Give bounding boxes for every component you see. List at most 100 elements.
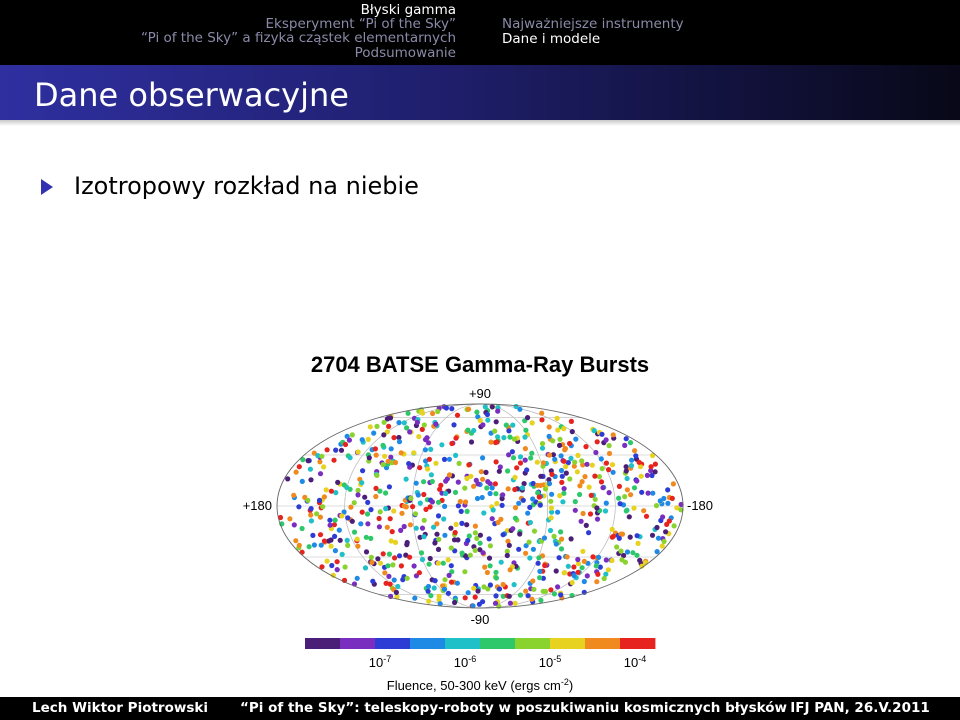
burst-point — [579, 479, 585, 485]
burst-point — [616, 495, 622, 501]
burst-point — [609, 462, 616, 468]
burst-point — [388, 446, 394, 452]
colorbar-segment — [485, 638, 491, 649]
burst-point — [436, 593, 442, 599]
burst-point — [291, 492, 297, 498]
burst-point — [480, 455, 486, 461]
burst-point — [398, 527, 404, 533]
burst-point — [419, 408, 425, 415]
burst-point — [665, 500, 671, 506]
burst-point — [495, 408, 501, 414]
burst-point — [468, 439, 475, 445]
burst-point — [557, 436, 563, 442]
burst-point — [614, 544, 620, 550]
burst-point — [512, 505, 519, 511]
burst-point — [479, 494, 485, 501]
burst-point — [610, 469, 616, 475]
burst-point — [629, 457, 635, 463]
burst-point — [389, 529, 395, 535]
burst-point — [328, 488, 334, 494]
burst-point — [628, 492, 634, 498]
burst-point — [562, 447, 568, 453]
colorbar-segment — [365, 638, 371, 649]
colorbar-segment — [475, 638, 481, 649]
burst-point — [413, 480, 419, 486]
burst-point — [341, 482, 347, 488]
colorbar-segment — [430, 638, 436, 649]
batse-sky-map: 2704 BATSE Gamma-Ray Bursts +90 -90 +180… — [243, 352, 713, 693]
burst-point — [478, 469, 484, 475]
burst-point — [308, 518, 314, 524]
burst-point — [435, 513, 442, 519]
burst-point — [327, 522, 333, 528]
nav-subsection-instrumenty[interactable]: Najważniejsze instrumenty — [502, 16, 684, 32]
burst-point — [635, 540, 641, 546]
burst-point — [332, 517, 338, 523]
burst-point — [412, 595, 418, 601]
burst-point — [433, 460, 439, 466]
burst-point — [550, 438, 556, 444]
burst-point — [321, 464, 327, 470]
colorbar-segment — [630, 638, 636, 649]
burst-point — [385, 458, 391, 464]
colorbar-segment — [480, 638, 486, 649]
burst-point — [652, 469, 658, 475]
burst-point — [318, 542, 324, 548]
burst-point — [480, 476, 486, 482]
burst-point — [365, 436, 371, 442]
burst-point — [587, 511, 594, 517]
burst-point — [506, 542, 512, 548]
burst-point — [538, 597, 544, 603]
burst-point — [496, 586, 503, 592]
burst-point — [377, 488, 383, 494]
burst-point — [602, 508, 609, 514]
burst-point — [396, 420, 402, 426]
burst-point — [637, 464, 644, 470]
burst-point — [485, 417, 491, 423]
burst-point — [624, 487, 630, 493]
burst-point — [380, 551, 386, 557]
burst-point — [335, 479, 341, 485]
burst-point — [380, 462, 386, 468]
colorbar-tick-1e-6: 10-6 — [454, 654, 476, 670]
burst-point — [638, 473, 644, 479]
burst-point — [451, 422, 457, 428]
burst-point — [441, 516, 447, 522]
burst-point — [368, 507, 374, 513]
burst-point — [606, 467, 612, 473]
burst-point — [583, 522, 589, 528]
burst-point — [432, 578, 438, 584]
colorbar-segment — [460, 638, 466, 649]
burst-point — [449, 440, 455, 447]
burst-point — [540, 460, 546, 466]
burst-point — [575, 569, 581, 575]
burst-point — [603, 557, 609, 563]
burst-point — [606, 443, 612, 449]
burst-point — [373, 452, 379, 458]
burst-point — [507, 600, 513, 606]
burst-point — [549, 491, 555, 497]
burst-point — [558, 592, 564, 598]
nav-subsection-dane-i-modele[interactable]: Dane i modele — [502, 31, 600, 47]
burst-point — [375, 556, 381, 562]
burst-point — [374, 423, 380, 429]
burst-point — [329, 562, 335, 569]
burst-point — [366, 455, 372, 461]
burst-point — [296, 504, 302, 510]
burst-point — [583, 444, 589, 450]
nav-section-fizyka[interactable]: “Pi of the Sky” a fizyka cząstek element… — [141, 30, 456, 46]
bullet-text: Izotropowy rozkład na niebie — [74, 172, 419, 200]
burst-point — [659, 543, 665, 549]
burst-point — [630, 550, 636, 556]
burst-point — [559, 479, 565, 485]
burst-point — [411, 563, 417, 569]
nav-section-podsumowanie[interactable]: Podsumowanie — [355, 45, 456, 61]
burst-point — [568, 536, 574, 542]
burst-point — [517, 531, 523, 537]
colorbar-segment — [600, 638, 606, 649]
burst-point — [422, 447, 428, 453]
burst-point — [471, 585, 477, 591]
burst-point — [365, 521, 371, 527]
burst-point — [428, 446, 434, 452]
burst-point — [442, 503, 448, 509]
